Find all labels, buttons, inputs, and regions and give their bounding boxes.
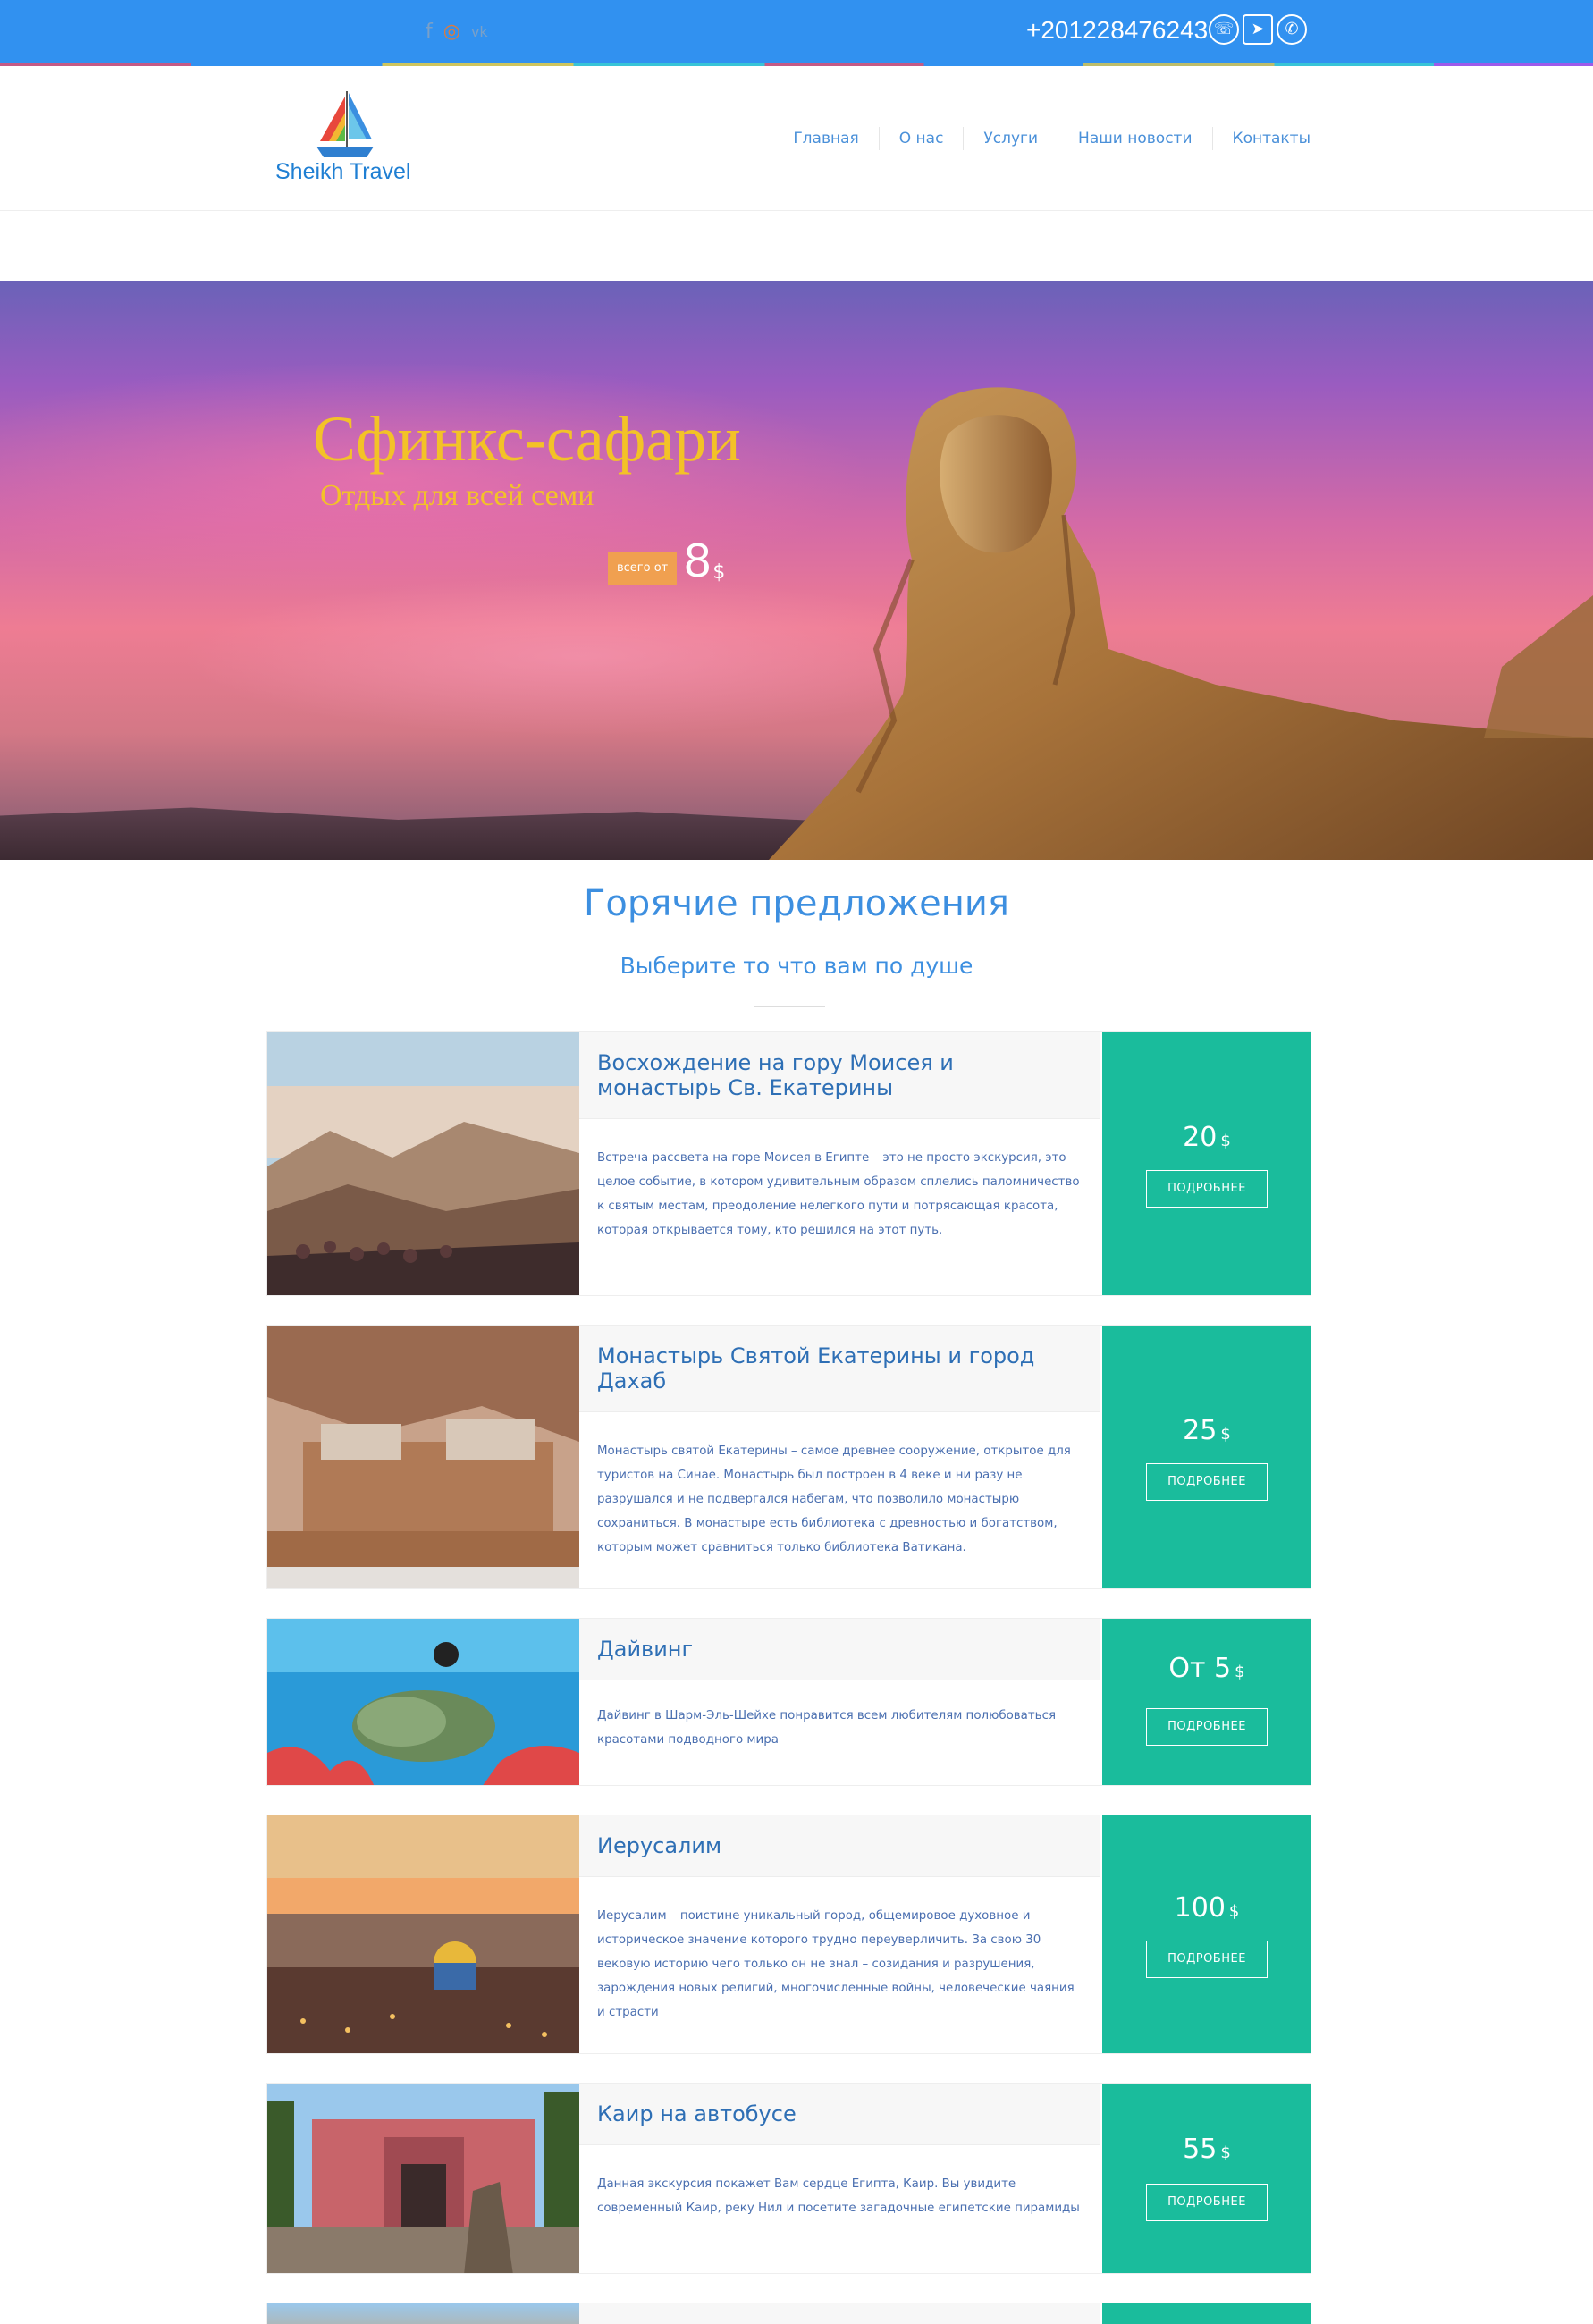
offer-details-button[interactable]: ПОДРОБНЕЕ bbox=[1146, 2184, 1268, 2221]
offer-image-cairo[interactable] bbox=[267, 2084, 579, 2273]
offer-body bbox=[579, 2303, 1100, 2324]
nav-home[interactable]: Главная bbox=[773, 127, 878, 150]
site-header: Sheikh Travel Главная О нас Услуги Наши … bbox=[0, 66, 1593, 211]
offer-details-button[interactable]: ПОДРОБНЕЕ bbox=[1146, 1941, 1268, 1978]
offer-title[interactable]: Дайвинг bbox=[597, 1637, 1082, 1662]
offer-currency: $ bbox=[1220, 1425, 1231, 1444]
offer-body: Дайвинг Дайвинг в Шарм-Эль-Шейхе понрави… bbox=[579, 1619, 1100, 1785]
offer-image-monastery[interactable] bbox=[267, 1326, 579, 1588]
main-nav: Главная О нас Услуги Наши новости Контак… bbox=[773, 127, 1311, 150]
offer-description: Данная экскурсия покажет Вам сердце Егип… bbox=[597, 2177, 1080, 2215]
offer-price-value: 20 bbox=[1183, 1122, 1218, 1153]
offer-description: Встреча рассвета на горе Моисея в Египте… bbox=[597, 1151, 1080, 1237]
offer-body: Монастырь Святой Екатерины и город Дахаб… bbox=[579, 1326, 1100, 1588]
offer-card: Дайвинг Дайвинг в Шарм-Эль-Шейхе понрави… bbox=[266, 1618, 1311, 1786]
hero-currency: $ bbox=[712, 561, 726, 584]
offer-image-mount-moses[interactable] bbox=[267, 1032, 579, 1295]
offer-price-panel: 100 $ ПОДРОБНЕЕ bbox=[1102, 1815, 1311, 2053]
offer-details-button[interactable]: ПОДРОБНЕЕ bbox=[1146, 1170, 1268, 1208]
messenger-links: ☏ ➤ ✆ bbox=[1209, 14, 1307, 45]
offer-price-value: 55 bbox=[1183, 2134, 1218, 2165]
offer-card: Монастырь Святой Екатерины и город Дахаб… bbox=[266, 1325, 1311, 1589]
logo-text: Sheikh Travel bbox=[275, 159, 411, 184]
offer-description: Иерусалим – поистине уникальный город, о… bbox=[597, 1909, 1075, 2019]
offer-header: Иерусалим bbox=[579, 1815, 1100, 1877]
offer-body: Каир на автобусе Данная экскурсия покаже… bbox=[579, 2084, 1100, 2273]
offer-price-panel: 55 $ ПОДРОБНЕЕ bbox=[1102, 2084, 1311, 2273]
offer-title[interactable]: Иерусалим bbox=[597, 1833, 1082, 1858]
offer-price: 55 $ bbox=[1102, 2134, 1311, 2165]
offer-body: Иерусалим Иерусалим – поистине уникальны… bbox=[579, 1815, 1100, 2053]
offer-details-button[interactable]: ПОДРОБНЕЕ bbox=[1146, 1463, 1268, 1501]
nav-contacts[interactable]: Контакты bbox=[1211, 127, 1311, 150]
offer-header: Каир на автобусе bbox=[579, 2084, 1100, 2145]
nav-services[interactable]: Услуги bbox=[963, 127, 1058, 150]
offer-price: 25 $ bbox=[1102, 1415, 1311, 1446]
offer-image-jerusalem[interactable] bbox=[267, 1815, 579, 2053]
section-subtitle: Выберите то что вам по душе bbox=[620, 953, 974, 979]
offer-price-value: 100 bbox=[1174, 1892, 1226, 1924]
offer-price-value: От 5 bbox=[1168, 1653, 1232, 1684]
offer-header: Восхождение на гору Моисея и монастырь С… bbox=[579, 1032, 1100, 1119]
offer-price-panel: От 5 $ ПОДРОБНЕЕ bbox=[1102, 1619, 1311, 1785]
telegram-icon[interactable]: ➤ bbox=[1243, 14, 1273, 45]
offer-currency: $ bbox=[1220, 1132, 1231, 1150]
offer-price: От 5 $ bbox=[1102, 1653, 1311, 1684]
offer-price-value: 25 bbox=[1183, 1415, 1218, 1446]
offer-currency: $ bbox=[1235, 1663, 1245, 1681]
offer-price-panel: 20 $ ПОДРОБНЕЕ bbox=[1102, 1032, 1311, 1295]
hero-title: Сфинкс-сафари bbox=[313, 403, 741, 475]
section-divider bbox=[754, 1006, 825, 1007]
hero-subtitle: Отдых для всей семи bbox=[320, 479, 594, 512]
offer-price-panel: 25 $ ПОДРОБНЕЕ bbox=[1102, 1326, 1311, 1588]
offer-currency: $ bbox=[1220, 2143, 1231, 2162]
offer-description: Дайвинг в Шарм-Эль-Шейхе понравится всем… bbox=[597, 1709, 1056, 1747]
offer-price: 20 $ bbox=[1102, 1122, 1311, 1153]
offer-price: 100 $ bbox=[1102, 1892, 1311, 1924]
sphinx-image bbox=[769, 387, 1593, 860]
vk-icon[interactable]: vk bbox=[471, 20, 488, 45]
social-links: f ◎ vk bbox=[426, 20, 488, 45]
offer-image-diving[interactable] bbox=[267, 1619, 579, 1785]
offer-price-panel bbox=[1102, 2303, 1311, 2324]
offer-body: Восхождение на гору Моисея и монастырь С… bbox=[579, 1032, 1100, 1295]
offer-description: Монастырь святой Екатерины – самое древн… bbox=[597, 1444, 1071, 1554]
hero-price: 8 bbox=[684, 534, 712, 587]
whatsapp-icon[interactable]: ✆ bbox=[1277, 14, 1307, 45]
nav-news[interactable]: Наши новости bbox=[1058, 127, 1211, 150]
viber-icon[interactable]: ☏ bbox=[1209, 14, 1239, 45]
offer-card bbox=[266, 2303, 1311, 2324]
offer-title[interactable]: Восхождение на гору Моисея и монастырь С… bbox=[597, 1050, 1082, 1100]
instagram-icon[interactable]: ◎ bbox=[443, 20, 460, 45]
offer-title[interactable]: Каир на автобусе bbox=[597, 2101, 1082, 2126]
offer-details-button[interactable]: ПОДРОБНЕЕ bbox=[1146, 1708, 1268, 1746]
offer-card: Иерусалим Иерусалим – поистине уникальны… bbox=[266, 1815, 1311, 2054]
offer-card: Восхождение на гору Моисея и монастырь С… bbox=[266, 1031, 1311, 1296]
hero-price-block: всего от 8 $ bbox=[608, 536, 725, 585]
offer-header: Дайвинг bbox=[579, 1619, 1100, 1680]
offer-image[interactable] bbox=[267, 2303, 579, 2324]
offer-card: Каир на автобусе Данная экскурсия покаже… bbox=[266, 2083, 1311, 2274]
top-bar: f ◎ vk +201228476243 ☏ ➤ ✆ bbox=[0, 0, 1593, 66]
price-badge: всего от bbox=[608, 552, 678, 585]
phone-number[interactable]: +201228476243 bbox=[1026, 13, 1208, 48]
hero-banner[interactable]: Сфинкс-сафари Отдых для всей семи всего … bbox=[0, 281, 1593, 860]
hero-cloud bbox=[0, 361, 876, 594]
logo[interactable]: Sheikh Travel bbox=[268, 86, 429, 193]
facebook-icon[interactable]: f bbox=[426, 20, 433, 45]
sailboat-icon bbox=[316, 91, 374, 157]
offer-currency: $ bbox=[1228, 1902, 1240, 1921]
section-title: Горячие предложения bbox=[584, 883, 1009, 924]
nav-about[interactable]: О нас bbox=[878, 127, 964, 150]
offer-title[interactable]: Монастырь Святой Екатерины и город Дахаб bbox=[597, 1343, 1082, 1394]
offer-header: Монастырь Святой Екатерины и город Дахаб bbox=[579, 1326, 1100, 1412]
